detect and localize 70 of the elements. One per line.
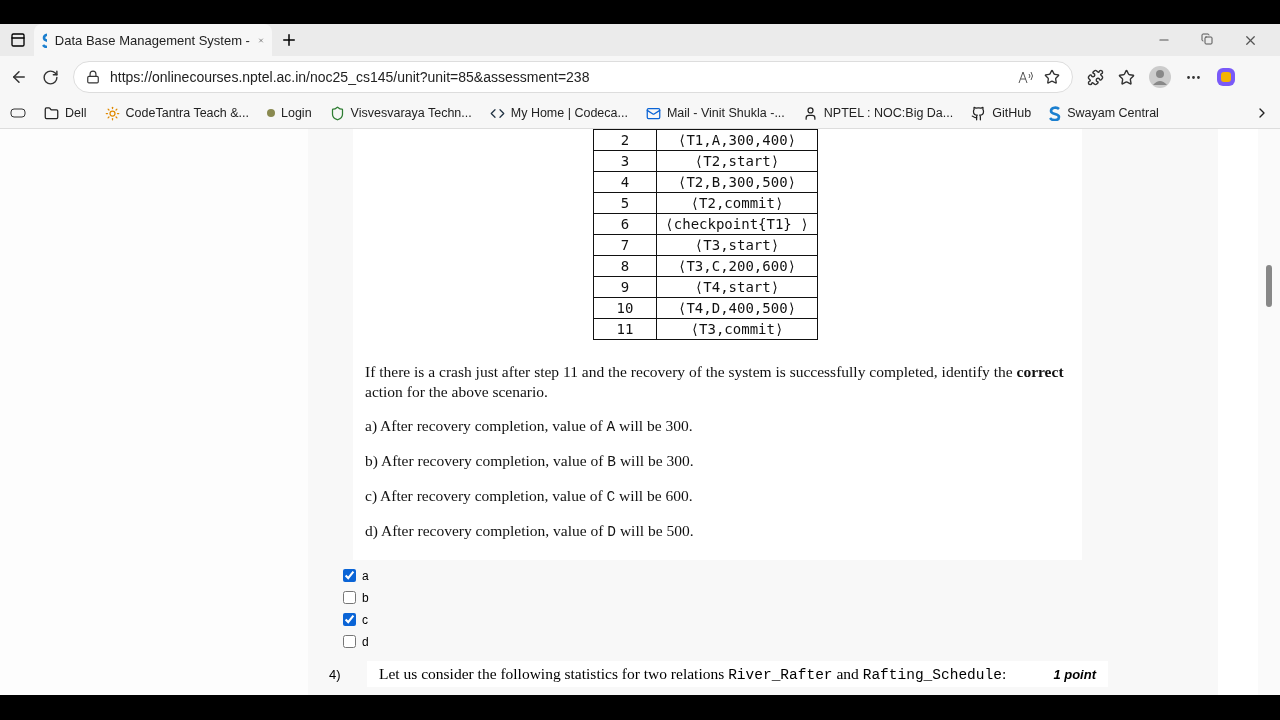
step-cell: 9 [593,276,657,298]
log-record-cell: ⟨T2,commit⟩ [656,192,818,214]
option-text: c) After recovery completion, value of C will be 600. [365,486,694,507]
step-cell: 2 [593,129,657,151]
collections-icon[interactable] [10,107,26,119]
log-record-cell: ⟨T3,C,200,600⟩ [656,255,818,277]
step-cell: 6 [593,213,657,235]
answer-checkbox[interactable] [343,591,356,604]
question-text: Let us consider the following statistics for two relations River_Rafter and Rafting_Schedule: [379,665,1007,683]
address-bar[interactable]: https://onlinecourses.nptel.ac.in/noc25_cs145/unit?unit=85&assessment=238 [73,61,1073,93]
answer-label: d [362,634,369,649]
profile-icon[interactable] [1149,66,1171,88]
bookmark-link[interactable]: CodeTantra Teach &... [104,105,249,121]
bookmark-link[interactable]: Visvesvaraya Techn... [329,105,472,121]
restore-icon[interactable] [1201,32,1213,45]
bookmark-link[interactable]: GitHub [971,105,1032,121]
browser-tab[interactable]: Data Base Management System - [34,24,272,56]
log-record-cell: ⟨T2,start⟩ [656,150,818,172]
log-record-cell: ⟨T3,commit⟩ [656,318,818,340]
tab-title: Data Base Management System - [54,32,250,48]
back-icon[interactable] [10,68,28,86]
answer-label: b [362,590,369,605]
github-icon [971,105,987,121]
step-cell: 4 [593,171,657,193]
read-aloud-icon[interactable] [1018,70,1034,84]
answer-label: a [362,568,369,583]
log-record-cell: ⟨T2,B,300,500⟩ [656,171,818,193]
sun-icon [104,105,120,121]
log-record-cell: ⟨T4,start⟩ [656,276,818,298]
step-cell: 11 [593,318,657,340]
mail-icon [645,105,661,121]
star-icon[interactable] [1044,69,1060,85]
question-number: 4) [329,666,342,682]
log-record-cell: ⟨T3,start⟩ [656,234,818,256]
bookmark-link[interactable]: Swayam Central [1049,105,1159,121]
figure-icon [802,105,818,121]
step-cell: 3 [593,150,657,172]
scrollbar-thumb[interactable] [1266,265,1272,307]
answer-label: c [362,612,368,627]
step-cell: 7 [593,234,657,256]
log-record-cell: ⟨T4,D,400,500⟩ [656,297,818,319]
reload-icon[interactable] [42,68,59,86]
option-text: b) After recovery completion, value of B will be 300. [365,451,695,472]
step-cell: 5 [593,192,657,214]
step-cell: 10 [593,297,657,319]
bookmark-link[interactable]: Dell [44,105,87,121]
answer-checkbox[interactable] [343,635,356,648]
tab-actions-icon[interactable] [10,32,26,48]
points-label: 1 point [1053,666,1096,682]
lock-icon [86,70,100,84]
option-text: d) After recovery completion, value of D will be 500. [365,521,695,542]
extensions-icon[interactable] [1087,68,1104,86]
dot-icon [267,109,275,117]
bookmark-link[interactable]: My Home | Codeca... [489,105,628,121]
favorites-icon[interactable] [1118,68,1135,86]
log-record-cell: ⟨checkpoint{T1} ⟩ [656,213,818,235]
answer-checkbox[interactable] [343,613,356,626]
bookmark-link[interactable]: NPTEL : NOC:Big Da... [802,105,954,121]
log-record-cell: ⟨T1,A,300,400⟩ [656,129,818,151]
folder-icon [44,105,59,121]
shield-icon [329,105,345,121]
url-text: https://onlinecourses.nptel.ac.in/noc25_cs145/unit?unit=85&assessment=238 [110,69,591,85]
step-cell: 8 [593,255,657,277]
bookmark-link[interactable]: Mail - Vinit Shukla -... [645,105,785,121]
new-tab-icon[interactable] [280,31,298,49]
answer-checkbox[interactable] [343,569,356,582]
question-text: If there is a crash just after step 11 and the recovery of the system is successfully completed, identify the correct action for the above scenario. [365,362,1065,402]
copilot-icon[interactable] [1216,67,1236,87]
option-text: a) After recovery completion, value of A will be 300. [365,416,694,437]
bookmark-link[interactable]: Login [267,106,312,120]
